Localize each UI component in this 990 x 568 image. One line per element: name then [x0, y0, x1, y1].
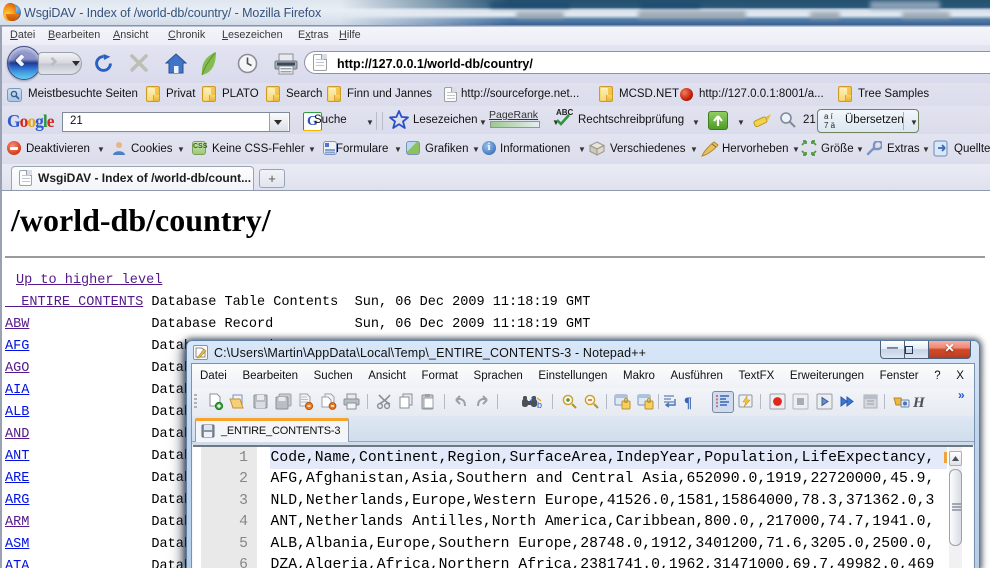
svg-text:H: H — [913, 395, 926, 410]
svg-text:a: a — [530, 394, 535, 404]
svg-text:¶: ¶ — [684, 395, 692, 410]
svg-text:b: b — [537, 400, 542, 410]
